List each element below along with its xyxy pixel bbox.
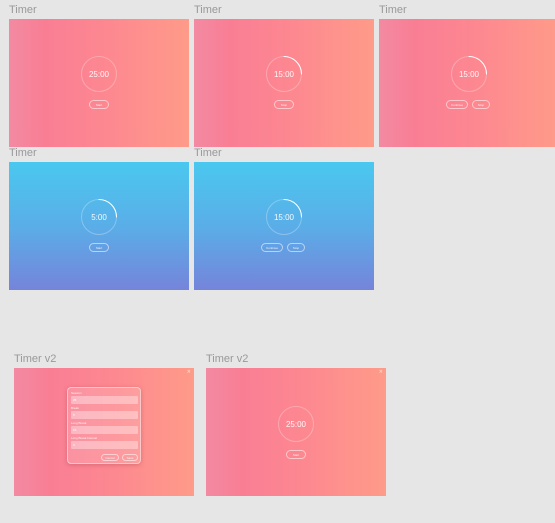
long-break-input[interactable]: 15 [71, 426, 138, 434]
timer-display: 25:00 [285, 419, 307, 429]
frame-title: Timer v2 [14, 353, 57, 365]
session-input[interactable]: 25 [71, 396, 138, 404]
timer-display: 5:00 [91, 212, 107, 222]
long-break-label: Long Break [71, 421, 87, 425]
timer-display: 15:00 [458, 69, 480, 79]
start-button[interactable]: Start [286, 450, 306, 459]
long-break-interval-input[interactable]: 4 [71, 441, 138, 449]
timer-display: 15:00 [273, 69, 295, 79]
stop-button[interactable]: Stop [287, 243, 305, 252]
frame-title: Timer [194, 147, 222, 159]
timer-frame-paused: 15:00 Continue Stop [379, 19, 555, 147]
frame-title: Timer [379, 4, 407, 16]
timer-v2-frame: × 25:00 Start [206, 368, 386, 496]
timer-frame-running: 15:00 Stop [194, 19, 374, 147]
stop-button[interactable]: Stop [274, 100, 294, 109]
continue-button[interactable]: Continue [446, 100, 468, 109]
timer-frame-idle: 25:00 Start [9, 19, 189, 147]
close-icon[interactable]: × [187, 370, 191, 375]
timer-v2-settings-frame: × Session 25 Break 5 Long Break 15 Long … [14, 368, 194, 496]
frame-title: Timer [9, 147, 37, 159]
session-label: Session [71, 391, 82, 395]
break-input[interactable]: 5 [71, 411, 138, 419]
frame-title: Timer [194, 4, 222, 16]
timer-dial: 5:00 [81, 199, 117, 235]
timer-frame-break-paused: 15:00 Continue Stop [194, 162, 374, 290]
design-canvas: Timer 25:00 Start Timer 15:00 Stop Timer… [0, 0, 555, 523]
frame-title: Timer [9, 4, 37, 16]
timer-dial: 25:00 [278, 406, 314, 442]
start-button[interactable]: Start [89, 243, 109, 252]
timer-display: 25:00 [88, 69, 110, 79]
timer-dial: 15:00 [266, 56, 302, 92]
break-label: Break [71, 406, 79, 410]
timer-dial: 25:00 [81, 56, 117, 92]
timer-display: 15:00 [273, 212, 295, 222]
settings-dialog: Session 25 Break 5 Long Break 15 Long Br… [67, 387, 141, 464]
timer-frame-break: 5:00 Start [9, 162, 189, 290]
frame-title: Timer v2 [206, 353, 249, 365]
cancel-button[interactable]: Cancel [101, 454, 119, 461]
save-button[interactable]: Save [122, 454, 138, 461]
continue-button[interactable]: Continue [261, 243, 283, 252]
long-break-interval-label: Long Break Interval [71, 436, 98, 440]
timer-dial: 15:00 [266, 199, 302, 235]
timer-dial: 15:00 [451, 56, 487, 92]
close-icon[interactable]: × [379, 370, 383, 375]
start-button[interactable]: Start [89, 100, 109, 109]
stop-button[interactable]: Stop [472, 100, 490, 109]
